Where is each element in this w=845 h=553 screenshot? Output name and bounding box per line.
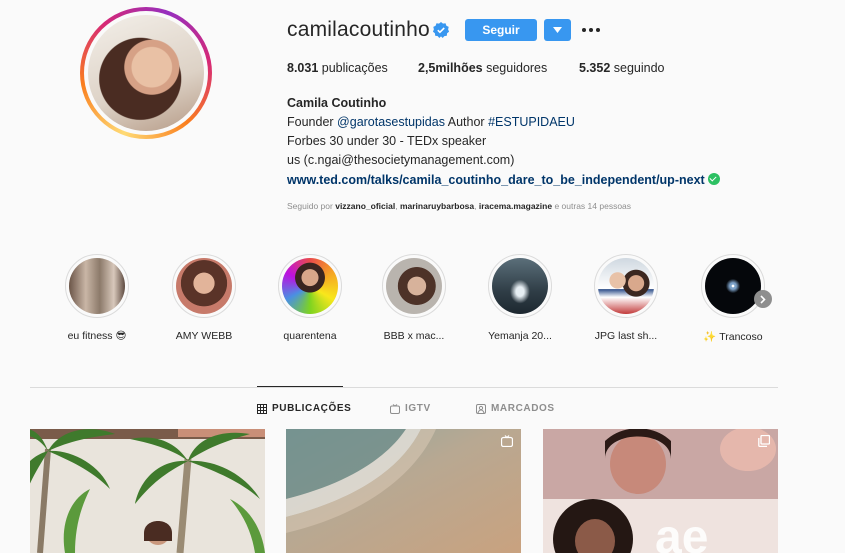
- chevron-right-icon: [760, 294, 766, 304]
- highlight-label: ✨ Trancoso: [703, 331, 763, 343]
- posts-count-label: publicações: [321, 61, 388, 75]
- followed-by-user-1[interactable]: vizzano_oficial: [335, 201, 395, 211]
- bio-link-text[interactable]: www.ted.com/talks/camila_coutinho_dare_t…: [287, 173, 705, 187]
- followed-by-suffix: e outras 14 pessoas: [554, 201, 632, 211]
- followed-by-user-3[interactable]: iracema.magazine: [479, 201, 552, 211]
- bio-full-name: Camila Coutinho: [287, 96, 387, 110]
- more-options-button[interactable]: [580, 19, 602, 41]
- highlight-item[interactable]: Yemanja 20...: [475, 254, 565, 342]
- highlight-item[interactable]: AMY WEBB: [159, 254, 249, 342]
- highlight-label: AMY WEBB: [175, 330, 233, 342]
- carousel-icon: [758, 435, 770, 447]
- tab-igtv-label: IGTV: [405, 403, 431, 414]
- highlight-label: JPG last sh...: [594, 330, 658, 342]
- tab-tagged[interactable]: MARCADOS: [476, 403, 555, 414]
- tab-publications[interactable]: PUBLICAÇÕES: [257, 403, 351, 414]
- followers-count[interactable]: 2,5milhões seguidores: [418, 61, 547, 75]
- avatar-photo: [88, 15, 204, 131]
- posts-count-value: 8.031: [287, 61, 319, 75]
- followers-count-label: seguidores: [486, 61, 548, 75]
- svg-text:ae: ae: [655, 511, 708, 553]
- verified-badge-icon: [433, 22, 449, 38]
- bio-line-3: us (c.ngai@thesocietymanagement.com): [287, 153, 515, 167]
- posts-count: 8.031 publicações: [287, 61, 388, 75]
- bio-line-2: Forbes 30 under 30 - TEDx speaker: [287, 134, 487, 148]
- igtv-icon: [501, 435, 513, 447]
- post-image: [286, 429, 521, 553]
- tab-publications-label: PUBLICAÇÕES: [272, 403, 352, 414]
- highlight-item[interactable]: eu fitness 😎: [52, 254, 142, 342]
- bio-mention-link[interactable]: @garotasestupidas: [337, 115, 445, 129]
- highlight-cover: [386, 258, 442, 314]
- bio-author-text: Author: [447, 115, 485, 129]
- highlight-label: Yemanja 20...: [488, 330, 552, 342]
- following-count-label: seguindo: [613, 61, 665, 75]
- active-tab-indicator: [257, 386, 343, 387]
- igtv-icon: [390, 403, 400, 414]
- bio-external-link[interactable]: www.ted.com/talks/camila_coutinho_dare_t…: [287, 171, 720, 190]
- tab-igtv[interactable]: IGTV: [390, 403, 431, 414]
- highlight-label: quarentena: [283, 330, 337, 342]
- followed-by-user-2[interactable]: marinaruybarbosa: [400, 201, 474, 211]
- bio-line-1: Founder @garotasestupidas Author #ESTUPI…: [287, 113, 575, 132]
- post-thumbnail[interactable]: [286, 429, 521, 553]
- bio-hashtag-link[interactable]: #ESTUPIDAEU: [488, 115, 575, 129]
- check-circle-icon: [707, 173, 720, 185]
- highlight-cover: [282, 258, 338, 314]
- tagged-icon: [476, 403, 486, 414]
- following-count-value: 5.352: [579, 61, 611, 75]
- followers-count-value: 2,5milhões: [418, 61, 483, 75]
- following-count[interactable]: 5.352 seguindo: [579, 61, 665, 75]
- profile-username: camilacoutinho: [287, 18, 430, 41]
- dot: [589, 28, 593, 32]
- highlight-item[interactable]: JPG last sh...: [581, 254, 671, 342]
- followed-by-prefix: Seguido por: [287, 201, 333, 211]
- post-image: ae: [543, 429, 778, 553]
- dot: [596, 28, 600, 32]
- highlight-cover: [705, 258, 761, 314]
- highlight-cover: [598, 258, 654, 314]
- follow-button[interactable]: Seguir: [465, 19, 537, 41]
- suggested-dropdown-button[interactable]: [544, 19, 571, 41]
- highlight-cover: [176, 258, 232, 314]
- highlight-cover: [492, 258, 548, 314]
- highlight-cover: [69, 258, 125, 314]
- highlight-label: eu fitness 😎: [67, 330, 127, 342]
- highlight-label: BBB x mac...: [383, 330, 445, 342]
- highlights-next-button[interactable]: [754, 290, 772, 308]
- tabs-divider: [30, 387, 778, 388]
- dot: [582, 28, 586, 32]
- profile-avatar[interactable]: [80, 7, 212, 139]
- highlight-item[interactable]: BBB x mac...: [369, 254, 459, 342]
- chevron-down-icon: [553, 27, 562, 33]
- bio-founder-text: Founder: [287, 115, 334, 129]
- highlight-item[interactable]: quarentena: [265, 254, 355, 342]
- grid-icon: [257, 403, 267, 414]
- followed-by[interactable]: Seguido por vizzano_oficial, marinaruyba…: [287, 201, 631, 211]
- tab-tagged-label: MARCADOS: [491, 403, 555, 414]
- post-thumbnail[interactable]: [30, 429, 265, 553]
- post-thumbnail[interactable]: ae: [543, 429, 778, 553]
- post-image: [30, 429, 265, 553]
